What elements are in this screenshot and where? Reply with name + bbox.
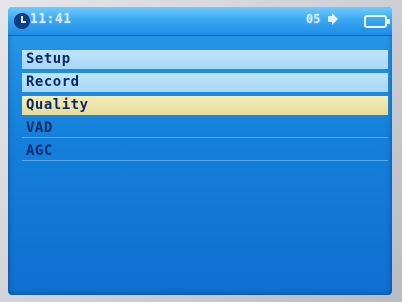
menu-item-record[interactable]: Record xyxy=(22,73,388,92)
menu-item-label: Quality xyxy=(26,97,89,113)
speaker-icon xyxy=(328,16,333,22)
menu-item-quality[interactable]: Quality xyxy=(22,96,388,115)
menu-item-vad[interactable]: VAD xyxy=(22,119,388,138)
menu-item-setup[interactable]: Setup xyxy=(22,50,388,69)
menu-item-label: VAD xyxy=(26,120,53,136)
menu-item-label: AGC xyxy=(26,143,53,159)
battery-icon xyxy=(364,15,390,28)
menu-item-label: Setup xyxy=(26,51,71,67)
device-frame: 11:41 05 Setup Record Quality VAD AGC xyxy=(0,0,402,302)
clock-time: 11:41 xyxy=(30,12,72,27)
main-menu: Setup Record Quality VAD AGC xyxy=(22,50,388,165)
clock-icon xyxy=(14,13,30,29)
status-bar: 11:41 05 xyxy=(8,7,392,36)
menu-item-agc[interactable]: AGC xyxy=(22,142,388,161)
menu-item-label: Record xyxy=(26,74,80,90)
lcd-screen: 11:41 05 Setup Record Quality VAD AGC xyxy=(8,7,392,295)
volume-level: 05 xyxy=(306,12,321,26)
